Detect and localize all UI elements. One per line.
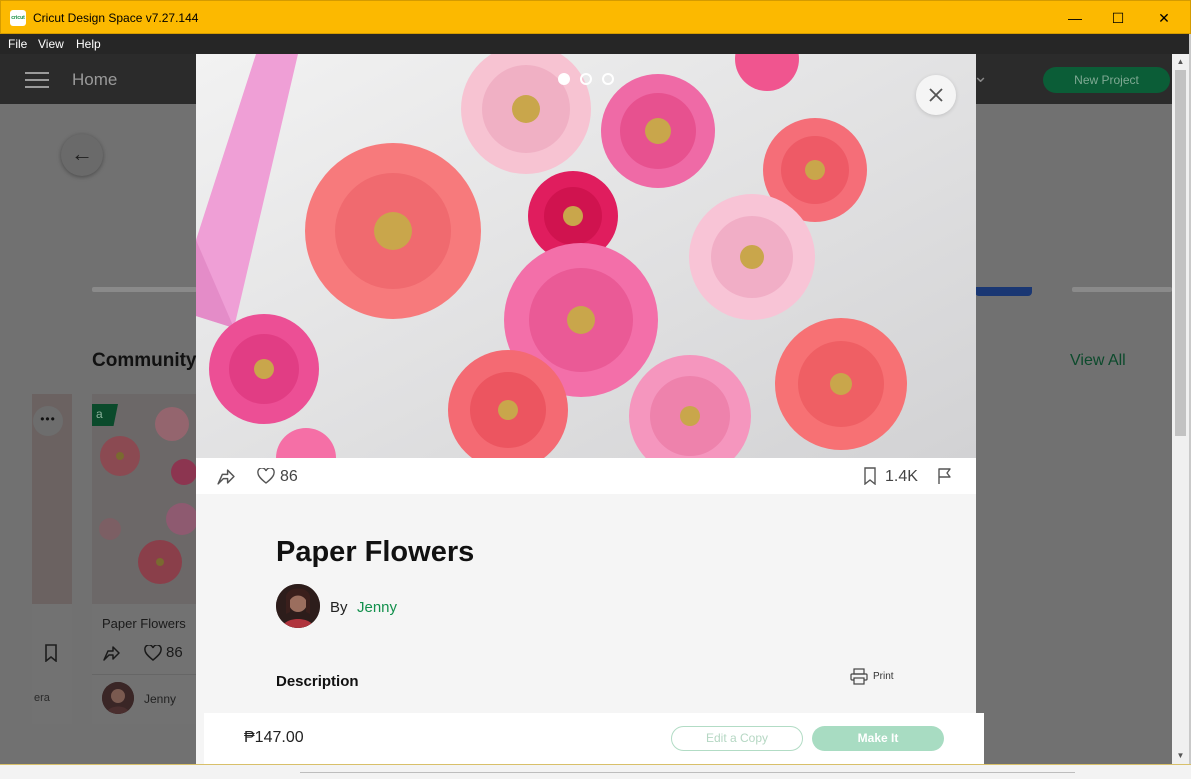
menu-bar: File View Help <box>0 34 1191 54</box>
carousel-dot[interactable] <box>580 73 592 85</box>
close-icon <box>929 88 943 102</box>
edit-copy-button[interactable]: Edit a Copy <box>671 726 803 751</box>
purchase-footer: ₱147.00 Edit a Copy Make It <box>204 713 984 764</box>
project-card[interactable]: a Paper Flowers 86 Jenny <box>92 394 197 724</box>
project-hero-image <box>196 54 976 458</box>
menu-help[interactable]: Help <box>76 37 101 51</box>
share-icon[interactable] <box>102 644 120 667</box>
carousel-dot[interactable] <box>602 73 614 85</box>
carousel-card-edge <box>92 287 197 292</box>
share-icon[interactable] <box>216 467 235 491</box>
card-author-name: era <box>34 692 50 704</box>
menu-file[interactable]: File <box>8 37 27 51</box>
close-window-button[interactable]: ✕ <box>1141 3 1187 33</box>
printer-icon <box>850 668 868 685</box>
heart-icon <box>144 644 162 661</box>
by-label: By <box>330 599 348 616</box>
carousel-card-edge-blue <box>975 287 1032 296</box>
modal-action-bar: 86 1.4K <box>196 458 976 494</box>
scroll-down-arrow[interactable]: ▼ <box>1172 748 1189 764</box>
maximize-button[interactable]: ☐ <box>1095 3 1141 33</box>
heart-icon[interactable] <box>257 467 275 489</box>
card-like[interactable]: 86 <box>144 644 183 661</box>
carousel-dot[interactable] <box>558 73 570 85</box>
author-link[interactable]: Jenny <box>357 599 397 616</box>
print-label: Print <box>873 671 894 682</box>
divider <box>92 674 197 675</box>
minimize-button[interactable]: — <box>1052 3 1098 33</box>
carousel-card-edge <box>1072 287 1172 292</box>
bookmark-icon[interactable] <box>44 644 58 667</box>
bookmark-icon[interactable] <box>863 467 877 490</box>
close-modal-button[interactable] <box>916 75 956 115</box>
access-badge: a <box>92 404 118 426</box>
new-project-button[interactable]: New Project <box>1043 67 1170 93</box>
scroll-thumb[interactable] <box>1175 70 1186 436</box>
community-section-title: Community <box>92 350 197 371</box>
save-count: 1.4K <box>885 468 918 485</box>
like-count: 86 <box>280 468 298 485</box>
menu-view[interactable]: View <box>38 37 64 51</box>
back-button[interactable]: ← <box>61 134 103 176</box>
make-it-button[interactable]: Make It <box>812 726 944 751</box>
project-title: Paper Flowers <box>276 536 475 568</box>
cricut-app-icon: cricut <box>10 10 26 26</box>
carousel-dots[interactable] <box>558 73 614 85</box>
divider <box>300 772 1075 773</box>
avatar[interactable] <box>276 584 320 628</box>
scroll-up-arrow[interactable]: ▲ <box>1172 54 1189 70</box>
home-title: Home <box>72 70 118 89</box>
card-like-count: 86 <box>166 644 183 661</box>
card-title[interactable]: Paper Flowers <box>102 616 186 631</box>
price-label: ₱147.00 <box>244 729 304 746</box>
project-preview-modal: 86 1.4K Paper Flowers By Jenny Descripti… <box>196 54 976 764</box>
print-button[interactable]: Print <box>850 668 894 685</box>
card-author-name[interactable]: Jenny <box>144 692 176 706</box>
window-title: Cricut Design Space v7.27.144 <box>33 11 199 25</box>
project-card-partial[interactable] <box>32 394 72 724</box>
avatar[interactable] <box>102 682 134 714</box>
hamburger-icon[interactable] <box>25 72 49 88</box>
vertical-scrollbar[interactable]: ▲ ▼ <box>1172 54 1189 764</box>
title-bar: cricut Cricut Design Space v7.27.144 — ☐… <box>0 0 1191 34</box>
flag-icon[interactable] <box>937 467 953 490</box>
description-heading: Description <box>276 673 359 690</box>
more-options-button[interactable]: ••• <box>33 406 63 436</box>
view-all-link[interactable]: View All <box>1070 352 1126 370</box>
